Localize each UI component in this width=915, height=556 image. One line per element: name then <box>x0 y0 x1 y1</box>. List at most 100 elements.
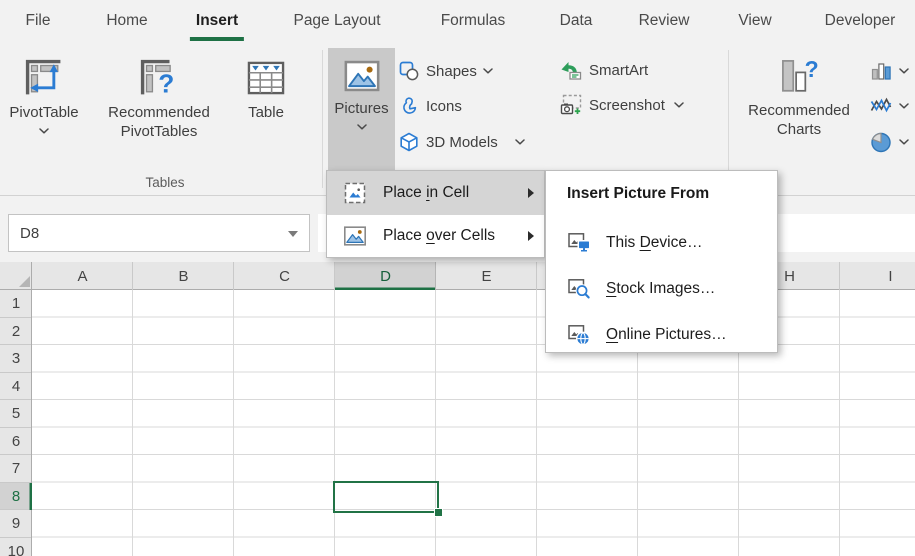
tab-developer[interactable]: Developer <box>825 0 896 42</box>
tab-home[interactable]: Home <box>106 0 147 42</box>
column-chart-button[interactable] <box>870 57 909 85</box>
recommended-pivottables-icon <box>138 57 180 99</box>
screenshot-button[interactable]: Screenshot <box>560 91 684 119</box>
tab-page-layout[interactable]: Page Layout <box>293 0 380 42</box>
place-in-cell-label: Place in Cell <box>383 184 512 202</box>
smartart-button[interactable]: SmartArt <box>560 56 648 84</box>
smartart-icon <box>560 59 582 81</box>
pictures-icon <box>343 57 381 95</box>
column-header-I[interactable]: I <box>840 262 915 290</box>
recommended-charts-icon <box>776 57 822 97</box>
column-header-D[interactable]: D <box>335 262 436 290</box>
pivottable-icon <box>23 57 65 99</box>
scatter-chart-button[interactable] <box>870 92 909 120</box>
tab-insert[interactable]: Insert <box>196 0 238 42</box>
chevron-down-icon <box>515 139 525 145</box>
tables-group-label: Tables <box>70 175 260 190</box>
pie-chart-button[interactable] <box>870 128 909 156</box>
3d-models-icon <box>399 132 419 152</box>
name-box-value: D8 <box>20 225 39 242</box>
tab-file[interactable]: File <box>26 0 51 42</box>
place-over-cells-label: Place over Cells <box>383 227 512 245</box>
table-icon <box>245 57 287 99</box>
icons-icon <box>399 96 419 116</box>
pictures-dropdown-menu: Place in Cell Place over Cells <box>326 170 545 258</box>
icons-label: Icons <box>426 98 462 115</box>
3d-models-label: 3D Models <box>426 134 498 151</box>
this-device-icon <box>567 231 591 255</box>
column-header-C[interactable]: C <box>234 262 335 290</box>
tab-formulas[interactable]: Formulas <box>441 0 506 42</box>
scatter-chart-icon <box>870 95 892 117</box>
online-pictures-label: Online Pictures… <box>606 326 727 344</box>
row-header-10[interactable]: 10 <box>0 538 32 556</box>
menu-item-stock-images[interactable]: Stock Images… <box>546 266 777 312</box>
this-device-label: This Device… <box>606 234 702 252</box>
row-header-4[interactable]: 4 <box>0 373 32 401</box>
active-cell-selection[interactable] <box>333 481 439 513</box>
row-header-7[interactable]: 7 <box>0 455 32 483</box>
select-all-corner[interactable] <box>0 262 32 290</box>
group-divider <box>728 50 729 188</box>
recommended-charts-button[interactable]: Recommended Charts <box>738 48 860 170</box>
place-in-cell-icon <box>343 181 367 205</box>
insert-picture-from-submenu: Insert Picture From This Device… Stock I… <box>545 170 778 353</box>
select-all-triangle-icon <box>19 276 30 287</box>
tab-data[interactable]: Data <box>560 0 593 42</box>
row-header-9[interactable]: 9 <box>0 510 32 538</box>
menu-item-online-pictures[interactable]: Online Pictures… <box>546 312 777 358</box>
pivottable-button[interactable]: PivotTable <box>6 48 82 170</box>
menu-item-place-in-cell[interactable]: Place in Cell <box>327 171 544 215</box>
stock-images-icon <box>567 277 591 301</box>
pictures-button[interactable]: Pictures <box>328 48 395 170</box>
cells-area[interactable] <box>32 290 915 556</box>
row-header-2[interactable]: 2 <box>0 318 32 346</box>
excel-window: File Home Insert Page Layout Formulas Data Rev… <box>0 0 915 556</box>
chevron-down-icon <box>674 102 684 108</box>
ribbon-tab-bar: File Home Insert Page Layout Formulas Data Rev… <box>0 0 915 44</box>
group-divider <box>322 50 323 188</box>
tab-view[interactable]: View <box>738 0 771 42</box>
recommended-charts-label: Recommended Charts <box>739 101 859 139</box>
row-header-5[interactable]: 5 <box>0 400 32 428</box>
tab-review[interactable]: Review <box>639 0 690 42</box>
recommended-pivottables-button[interactable]: Recommended PivotTables <box>86 48 232 170</box>
chevron-down-icon <box>357 124 367 130</box>
chevron-down-icon <box>483 68 493 74</box>
3d-models-button[interactable]: 3D Models <box>399 128 525 156</box>
column-chart-icon <box>870 60 892 82</box>
smartart-label: SmartArt <box>589 62 648 79</box>
chevron-down-icon <box>899 139 909 145</box>
shapes-label: Shapes <box>426 63 477 80</box>
place-over-cells-icon <box>343 224 367 248</box>
row-header-8[interactable]: 8 <box>0 483 32 511</box>
screenshot-label: Screenshot <box>589 97 665 114</box>
icons-button[interactable]: Icons <box>399 92 462 120</box>
menu-item-this-device[interactable]: This Device… <box>546 220 777 266</box>
menu-item-place-over-cells[interactable]: Place over Cells <box>327 215 544 259</box>
chevron-down-icon <box>899 103 909 109</box>
name-box-dropdown-icon[interactable] <box>288 231 298 237</box>
column-header-B[interactable]: B <box>133 262 234 290</box>
submenu-arrow-icon <box>528 231 534 241</box>
chevron-down-icon <box>899 68 909 74</box>
name-box[interactable]: D8 <box>8 214 310 252</box>
table-button[interactable]: Table <box>234 48 298 170</box>
screenshot-icon <box>560 94 582 116</box>
shapes-icon <box>399 61 419 81</box>
column-header-A[interactable]: A <box>32 262 133 290</box>
submenu-arrow-icon <box>528 188 534 198</box>
fill-handle[interactable] <box>434 508 443 517</box>
stock-images-label: Stock Images… <box>606 280 715 298</box>
online-pictures-icon <box>567 323 591 347</box>
column-header-E[interactable]: E <box>436 262 537 290</box>
chevron-down-icon <box>39 128 49 134</box>
pivottable-label: PivotTable <box>9 103 78 122</box>
row-header-3[interactable]: 3 <box>0 345 32 373</box>
row-header-6[interactable]: 6 <box>0 428 32 456</box>
table-label: Table <box>248 103 284 122</box>
pictures-label: Pictures <box>334 99 388 118</box>
submenu-title: Insert Picture From <box>546 171 777 203</box>
row-header-1[interactable]: 1 <box>0 290 32 318</box>
shapes-button[interactable]: Shapes <box>399 57 493 85</box>
